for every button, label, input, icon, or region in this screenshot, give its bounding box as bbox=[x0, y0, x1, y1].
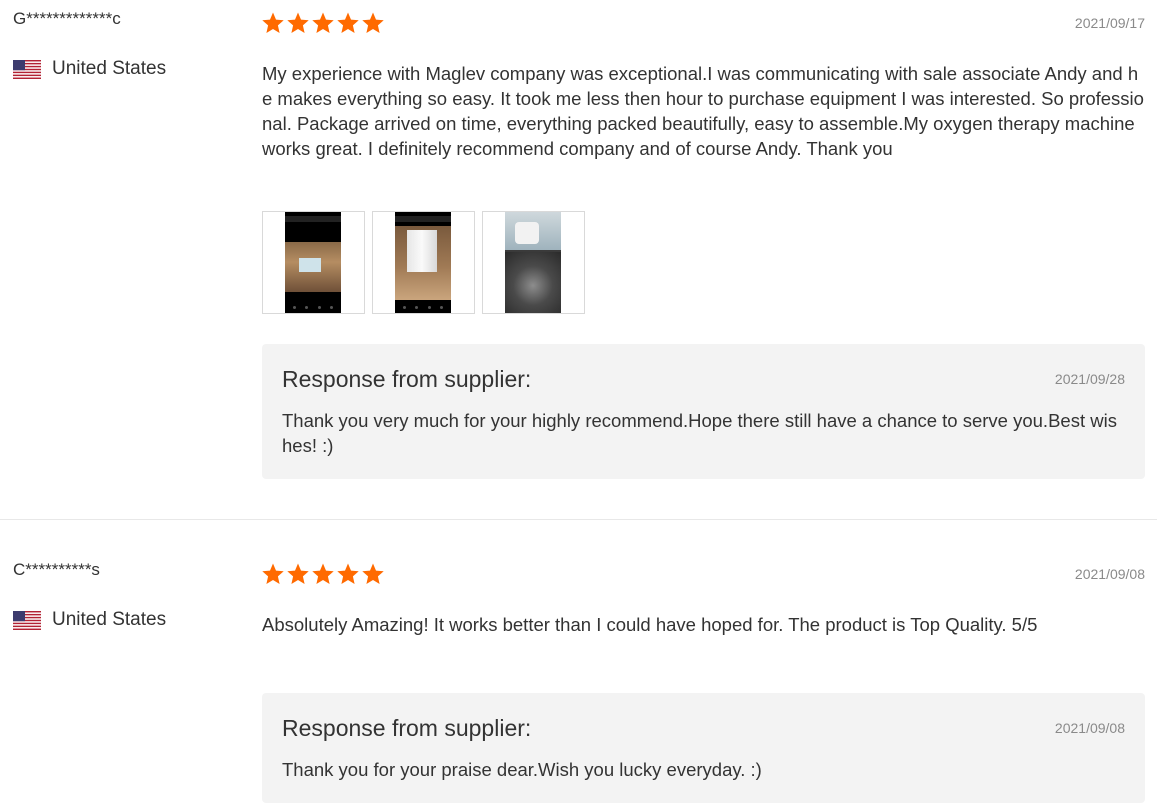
reviewer-name: C**********s bbox=[13, 560, 100, 579]
star-icon bbox=[362, 563, 384, 584]
star-icon bbox=[312, 563, 334, 584]
country-name: United States bbox=[52, 609, 167, 630]
supplier-response: Response from supplier: 2021/09/28 Thank… bbox=[262, 344, 1145, 479]
review-content: Absolutely Amazing! It works better than… bbox=[262, 614, 1038, 635]
response-text: Thank you very much for your highly reco… bbox=[282, 410, 1117, 456]
review-content: My experience with Maglev company was ex… bbox=[262, 63, 1144, 159]
us-flag-icon bbox=[13, 610, 41, 630]
review-photo-thumbnail[interactable] bbox=[482, 211, 585, 314]
reviewer-country: United States bbox=[13, 58, 166, 80]
star-icon bbox=[337, 12, 359, 33]
star-icon bbox=[312, 12, 334, 33]
star-rating bbox=[261, 562, 386, 586]
star-icon bbox=[262, 563, 284, 584]
review-date: 2021/09/17 bbox=[1074, 15, 1145, 31]
reviewer-name: G*************c bbox=[13, 9, 121, 28]
response-text: Thank you for your praise dear.Wish you … bbox=[282, 759, 762, 780]
review-date: 2021/09/08 bbox=[1074, 566, 1145, 582]
response-title: Response from supplier: bbox=[282, 715, 532, 741]
star-icon bbox=[362, 12, 384, 33]
review-photos bbox=[262, 211, 592, 314]
review-photo-thumbnail[interactable] bbox=[372, 211, 475, 314]
star-icon bbox=[287, 563, 309, 584]
star-icon bbox=[262, 12, 284, 33]
response-date: 2021/09/08 bbox=[1054, 720, 1125, 736]
response-title: Response from supplier: bbox=[282, 366, 532, 392]
star-icon bbox=[337, 563, 359, 584]
us-flag-icon bbox=[13, 59, 41, 79]
response-date: 2021/09/28 bbox=[1054, 371, 1125, 387]
star-rating bbox=[261, 11, 386, 35]
reviewer-country: United States bbox=[13, 609, 166, 631]
star-icon bbox=[287, 12, 309, 33]
review-photo-thumbnail[interactable] bbox=[262, 211, 365, 314]
country-name: United States bbox=[52, 58, 167, 79]
supplier-response: Response from supplier: 2021/09/08 Thank… bbox=[262, 693, 1145, 803]
review-divider bbox=[0, 519, 1157, 520]
